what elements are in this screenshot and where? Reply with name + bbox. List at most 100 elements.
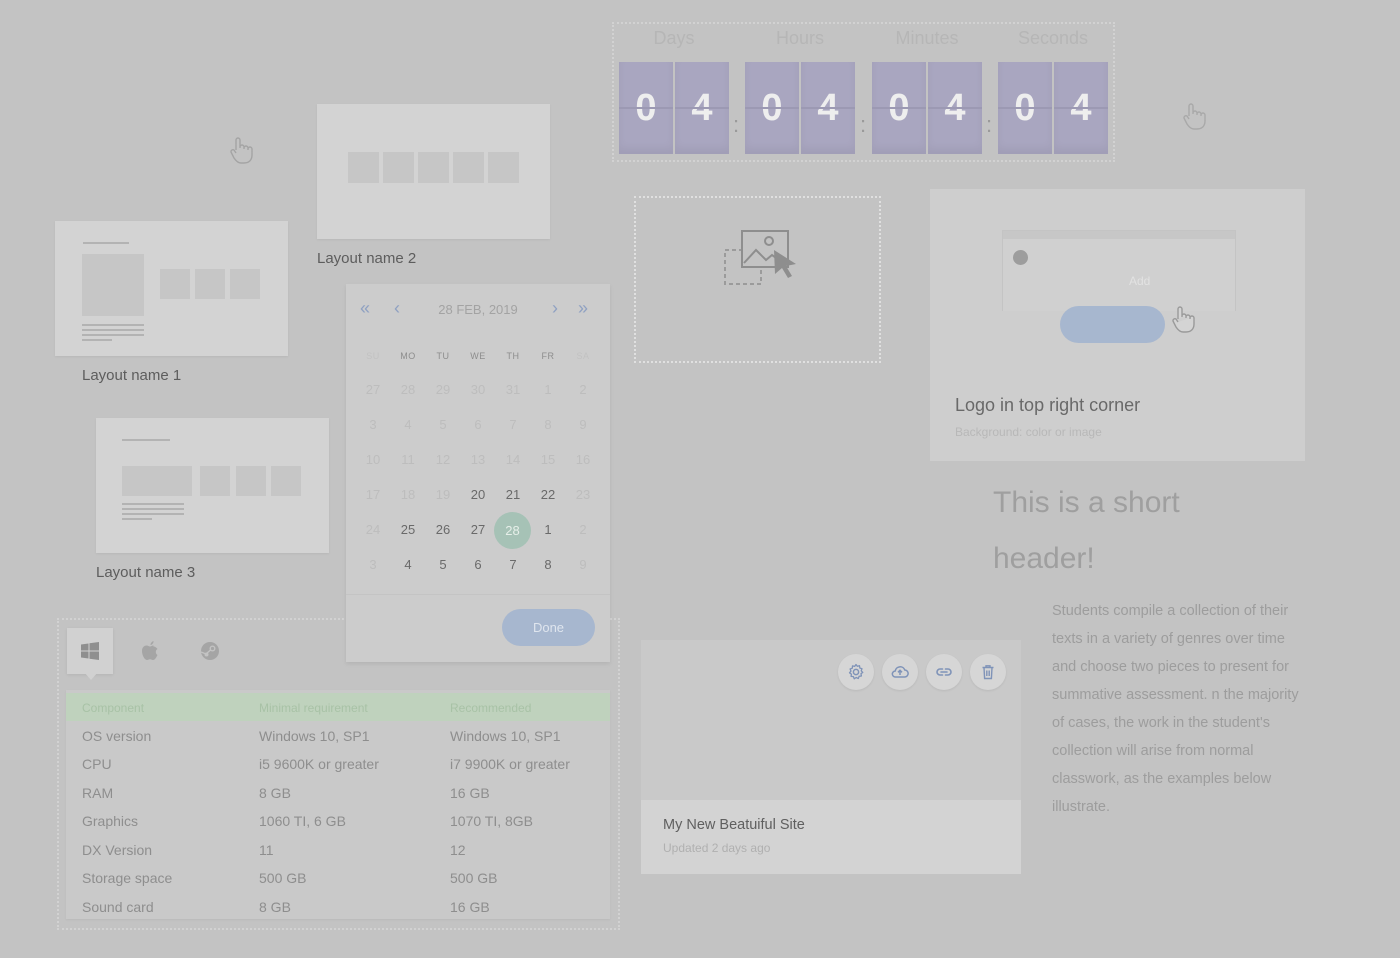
countdown-digit: 4: [928, 62, 982, 154]
calendar-day[interactable]: 6: [461, 548, 495, 582]
calendar-day[interactable]: 25: [391, 513, 425, 547]
calendar-day[interactable]: 3: [356, 408, 390, 442]
layout-text-line: [122, 508, 184, 510]
calendar-day[interactable]: 9: [566, 408, 600, 442]
row-minimal: 8 GB: [259, 899, 291, 915]
site-card-title: My New Beatuiful Site: [663, 817, 805, 833]
row-minimal: i5 9600K or greater: [259, 756, 379, 772]
row-recommended: 16 GB: [450, 785, 490, 801]
row-minimal: 11: [259, 842, 274, 858]
calendar-day[interactable]: 17: [356, 478, 390, 512]
calendar-day[interactable]: 31: [496, 373, 530, 407]
logo-placeholder-icon: [1013, 250, 1028, 265]
next-year-icon[interactable]: »: [578, 298, 588, 319]
calendar-day[interactable]: 22: [531, 478, 565, 512]
layout-image-placeholder: [82, 254, 144, 316]
article-body: Students compile a collection of their t…: [1052, 603, 1299, 815]
calendar-day[interactable]: 8: [531, 408, 565, 442]
calendar-day[interactable]: 1: [531, 373, 565, 407]
calendar-day[interactable]: 27: [461, 513, 495, 547]
calendar-day[interactable]: 4: [391, 408, 425, 442]
weekday-label: WE: [470, 351, 486, 361]
calendar-day[interactable]: 2: [566, 373, 600, 407]
calendar-day[interactable]: 28: [391, 373, 425, 407]
calendar-day[interactable]: 6: [461, 408, 495, 442]
countdown-label-hours: Hours: [775, 28, 824, 48]
selected-calendar-day[interactable]: 28: [494, 512, 531, 549]
calendar-day[interactable]: 1: [531, 513, 565, 547]
site-upload-button[interactable]: [882, 654, 918, 690]
layout-card-1[interactable]: [55, 221, 288, 356]
tab-pointer: [84, 672, 98, 680]
calendar-day[interactable]: 23: [566, 478, 600, 512]
calendar-day[interactable]: 19: [426, 478, 460, 512]
layout-card-2[interactable]: [317, 104, 550, 239]
apple-icon: [142, 640, 158, 660]
windows-icon: [81, 641, 99, 660]
image-drop-zone[interactable]: [634, 196, 881, 363]
table-row: Sound card 8 GB 16 GB: [66, 893, 610, 921]
calendar-day[interactable]: 30: [461, 373, 495, 407]
link-icon: [936, 668, 952, 676]
tab-apple[interactable]: [127, 628, 173, 674]
calendar-day[interactable]: 7: [496, 548, 530, 582]
layout-thumb-placeholder: [488, 152, 519, 183]
layout-thumb-placeholder: [383, 152, 414, 183]
calendar-day[interactable]: 5: [426, 408, 460, 442]
logo-layout-card[interactable]: Add Logo in top right corner Background:…: [930, 189, 1305, 461]
table-row: OS version Windows 10, SP1 Windows 10, S…: [66, 722, 610, 750]
weekday-label: SU: [366, 351, 380, 361]
calendar-day[interactable]: 9: [566, 548, 600, 582]
calendar-day[interactable]: 26: [426, 513, 460, 547]
layout-text-line: [82, 329, 144, 331]
calendar-day[interactable]: 27: [356, 373, 390, 407]
calendar-day[interactable]: 5: [426, 548, 460, 582]
calendar-day[interactable]: 15: [531, 443, 565, 477]
layout-name-1: Layout name 1: [82, 367, 182, 384]
calendar-day[interactable]: 12: [426, 443, 460, 477]
next-month-icon[interactable]: ›: [552, 298, 558, 319]
article-header: This is a short header!: [993, 486, 1180, 575]
layout-heading-line: [83, 242, 129, 244]
calendar-day[interactable]: 11: [391, 443, 425, 477]
done-button[interactable]: Done: [502, 609, 595, 646]
date-picker: « ‹ 28 FEB, 2019 › » SU MO TU WE TH FR S…: [346, 284, 610, 662]
site-link-button[interactable]: [926, 654, 962, 690]
calendar-day[interactable]: 2: [566, 513, 600, 547]
site-delete-button[interactable]: [970, 654, 1006, 690]
tab-windows[interactable]: [67, 628, 113, 674]
layout-card-3[interactable]: [96, 418, 329, 553]
layout-thumb-placeholder: [348, 152, 379, 183]
layout-thumb-placeholder: [271, 466, 301, 496]
specs-table-header: Component Minimal requirement Recommende…: [66, 693, 610, 721]
calendar-day[interactable]: 24: [356, 513, 390, 547]
hand-cursor-icon: [230, 137, 253, 164]
calendar-day[interactable]: 10: [356, 443, 390, 477]
site-settings-button[interactable]: [838, 654, 874, 690]
calendar-day[interactable]: 29: [426, 373, 460, 407]
calendar-day[interactable]: 20: [461, 478, 495, 512]
row-component: DX Version: [82, 842, 153, 858]
calendar-day[interactable]: 14: [496, 443, 530, 477]
layout-text-line: [122, 518, 152, 520]
logo-card-subtitle: Background: color or image: [955, 425, 1102, 439]
calendar-day[interactable]: 13: [461, 443, 495, 477]
calendar-day[interactable]: 8: [531, 548, 565, 582]
calendar-divider: [346, 594, 610, 595]
calendar-day[interactable]: 16: [566, 443, 600, 477]
logo-card-title: Logo in top right corner: [955, 395, 1141, 415]
countdown-label-seconds: Seconds: [1017, 28, 1089, 48]
calendar-day[interactable]: 7: [496, 408, 530, 442]
countdown-label-minutes: Minutes: [895, 28, 959, 48]
site-card[interactable]: My New Beatuiful Site Updated 2 days ago: [641, 640, 1021, 874]
row-recommended: 12: [450, 842, 466, 858]
add-logo-button[interactable]: [1060, 306, 1165, 343]
calendar-day[interactable]: 18: [391, 478, 425, 512]
steam-icon: [200, 641, 219, 660]
tab-steam[interactable]: [187, 628, 233, 674]
row-recommended: 16 GB: [450, 899, 490, 915]
calendar-day[interactable]: 4: [391, 548, 425, 582]
calendar-day[interactable]: 21: [496, 478, 530, 512]
calendar-day[interactable]: 3: [356, 548, 390, 582]
hand-cursor-icon: [1172, 306, 1195, 333]
